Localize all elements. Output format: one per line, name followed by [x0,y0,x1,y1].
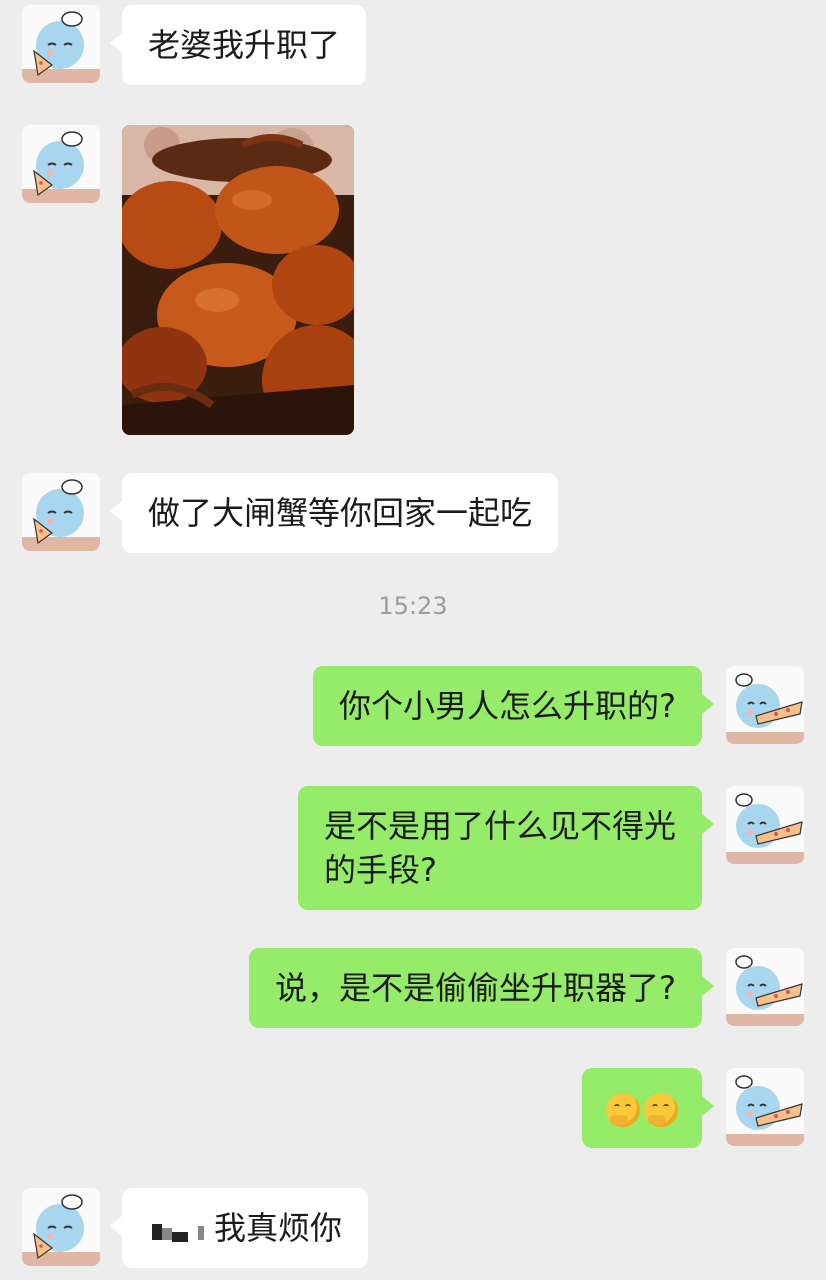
message-bubble[interactable]: 说，是不是偷偷坐升职器了? [249,948,714,1028]
message-bubble[interactable]: 是不是用了什么见不得光 的手段? [297,786,715,910]
message-text-line: 是不是用了什么见不得光 [323,807,676,845]
cat-pizza-avatar-icon [726,786,804,864]
contact-avatar[interactable] [22,125,100,203]
message-text: 做了大闸蟹等你回家一起吃 [148,494,533,532]
contact-avatar[interactable] [22,473,100,551]
message-text: 说，是不是偷偷坐升职器了? [275,969,676,1007]
redacted-text-mosaic [148,1214,214,1246]
message-text: 你个小男人怎么升职的? [339,687,676,725]
thinking-face-icon [606,1093,640,1127]
message-bubble[interactable]: 老婆我升职了 [109,5,367,85]
message-bubble[interactable]: 你个小男人怎么升职的? [313,666,714,746]
message-text: 我真烦你 [214,1209,343,1247]
message-text: 老婆我升职了 [148,26,341,64]
thinking-face-icon [644,1093,678,1127]
cat-pizza-avatar-icon [726,1068,804,1146]
message-bubble[interactable]: 做了大闸蟹等你回家一起吃 [109,473,559,553]
self-avatar[interactable] [726,666,804,744]
message-bubble[interactable] [582,1068,714,1148]
message-text-line: 的手段? [323,851,437,889]
self-avatar[interactable] [726,786,804,864]
cat-chef-avatar-icon [22,1188,100,1266]
crab-dish-photo [122,125,354,435]
cat-chef-avatar-icon [22,473,100,551]
cat-pizza-avatar-icon [726,948,804,1026]
message-timestamp: 15:23 [378,592,448,620]
cat-chef-avatar-icon [22,125,100,203]
contact-avatar[interactable] [22,1188,100,1266]
cat-pizza-avatar-icon [726,666,804,744]
cat-chef-avatar-icon [22,5,100,83]
message-image[interactable] [122,125,354,435]
self-avatar[interactable] [726,1068,804,1146]
contact-avatar[interactable] [22,5,100,83]
message-bubble[interactable]: 我真烦你 [109,1188,369,1268]
self-avatar[interactable] [726,948,804,1026]
